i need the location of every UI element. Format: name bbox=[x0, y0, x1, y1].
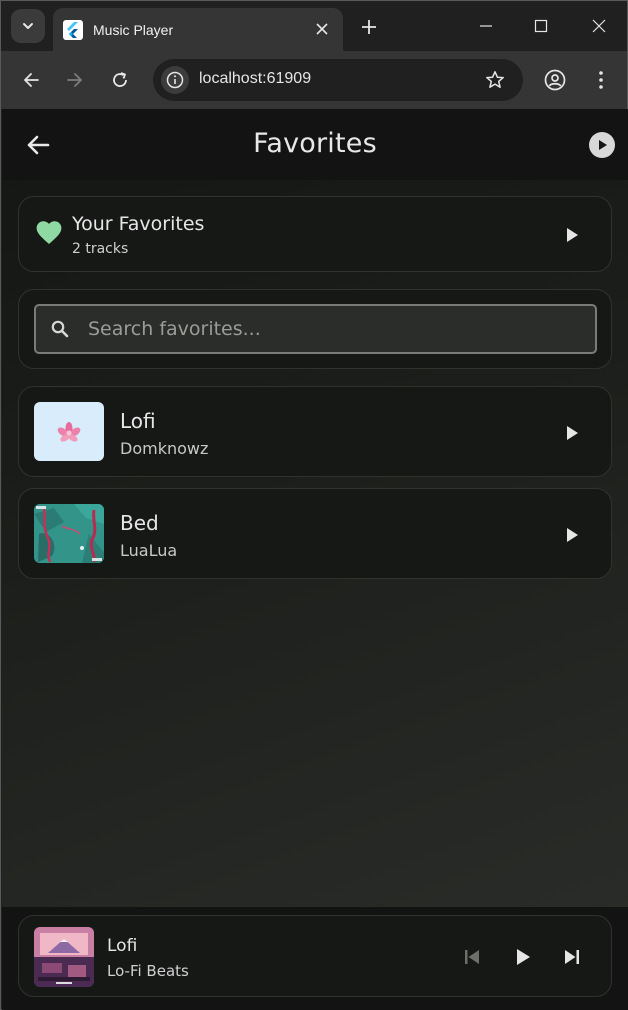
track-item[interactable]: Lofi Domknowz bbox=[18, 386, 612, 477]
page-title: Favorites bbox=[253, 128, 377, 159]
favorites-title: Your Favorites bbox=[72, 213, 205, 235]
flutter-icon bbox=[63, 19, 83, 40]
arrow-left-icon bbox=[24, 73, 39, 87]
profile-button[interactable] bbox=[541, 66, 569, 94]
play-icon bbox=[599, 140, 607, 150]
play-track-button[interactable] bbox=[559, 420, 585, 446]
skip-previous-icon bbox=[465, 950, 479, 964]
reload-icon bbox=[113, 72, 127, 87]
music-app: Favorites Your Favorites 2 tracks Search… bbox=[2, 109, 628, 1010]
tab-search-button[interactable] bbox=[11, 9, 45, 43]
track-artist: LuaLua bbox=[120, 541, 178, 560]
now-playing-artwork bbox=[34, 927, 94, 987]
track-title: Bed bbox=[120, 511, 159, 535]
browser-toolbar: localhost:61909 bbox=[1, 51, 627, 109]
favorites-summary-card[interactable]: Your Favorites 2 tracks bbox=[18, 196, 612, 272]
info-icon bbox=[166, 71, 184, 89]
skip-next-icon bbox=[565, 950, 579, 964]
close-icon bbox=[316, 23, 328, 35]
star-icon bbox=[486, 71, 504, 88]
previous-track-button[interactable] bbox=[459, 944, 485, 970]
favorites-count: 2 tracks bbox=[72, 241, 129, 257]
tab-title: Music Player bbox=[93, 21, 174, 38]
close-icon bbox=[592, 19, 606, 33]
play-track-button[interactable] bbox=[559, 522, 585, 548]
play-icon bbox=[567, 528, 578, 542]
next-track-button[interactable] bbox=[559, 944, 585, 970]
play-icon bbox=[567, 228, 578, 242]
app-bar: Favorites bbox=[2, 109, 628, 180]
search-input[interactable] bbox=[88, 306, 588, 352]
menu-button[interactable] bbox=[587, 66, 615, 94]
play-all-button[interactable] bbox=[589, 132, 615, 158]
browser-tab[interactable]: Music Player bbox=[53, 8, 343, 51]
search-card bbox=[18, 289, 612, 369]
minimize-icon bbox=[480, 25, 492, 27]
maximize-button[interactable] bbox=[528, 13, 554, 39]
browser-window: Music Player localhost:61909 Favorites Y… bbox=[0, 0, 628, 1010]
url-text: localhost:61909 bbox=[199, 70, 312, 87]
abstract-art bbox=[34, 504, 104, 563]
minimize-button[interactable] bbox=[473, 13, 499, 39]
close-tab-button[interactable] bbox=[311, 18, 333, 40]
address-bar[interactable]: localhost:61909 bbox=[153, 59, 523, 101]
track-artwork bbox=[34, 504, 104, 563]
heart-icon bbox=[36, 221, 62, 244]
reload-button[interactable] bbox=[106, 66, 134, 94]
close-window-button[interactable] bbox=[586, 13, 612, 39]
lofi-room-art bbox=[34, 927, 94, 987]
tab-strip: Music Player bbox=[1, 1, 627, 51]
mini-player-bar: Lofi Lo-Fi Beats bbox=[2, 907, 628, 1010]
arrow-right-icon bbox=[67, 73, 82, 87]
track-artist: Domknowz bbox=[120, 439, 209, 458]
play-pause-button[interactable] bbox=[510, 944, 536, 970]
chevron-down-icon bbox=[23, 23, 33, 29]
track-item[interactable]: Bed LuaLua bbox=[18, 488, 612, 579]
track-title: Lofi bbox=[120, 409, 156, 433]
track-artwork bbox=[34, 402, 104, 461]
site-info-button[interactable] bbox=[161, 66, 189, 94]
mini-player[interactable]: Lofi Lo-Fi Beats bbox=[18, 915, 612, 997]
account-icon bbox=[544, 69, 566, 91]
now-playing-subtitle: Lo-Fi Beats bbox=[107, 962, 189, 980]
play-favorites-button[interactable] bbox=[559, 222, 585, 248]
play-icon bbox=[517, 949, 530, 965]
forward-button[interactable] bbox=[61, 66, 89, 94]
play-icon bbox=[567, 426, 578, 440]
now-playing-title: Lofi bbox=[107, 936, 138, 956]
plus-icon bbox=[362, 20, 376, 34]
maximize-icon bbox=[534, 19, 548, 33]
search-icon bbox=[51, 320, 69, 338]
more-vertical-icon bbox=[599, 71, 603, 89]
bookmark-button[interactable] bbox=[483, 68, 507, 92]
back-button[interactable] bbox=[17, 66, 45, 94]
flower-icon bbox=[57, 422, 81, 442]
new-tab-button[interactable] bbox=[357, 15, 381, 39]
search-field[interactable] bbox=[34, 304, 597, 354]
